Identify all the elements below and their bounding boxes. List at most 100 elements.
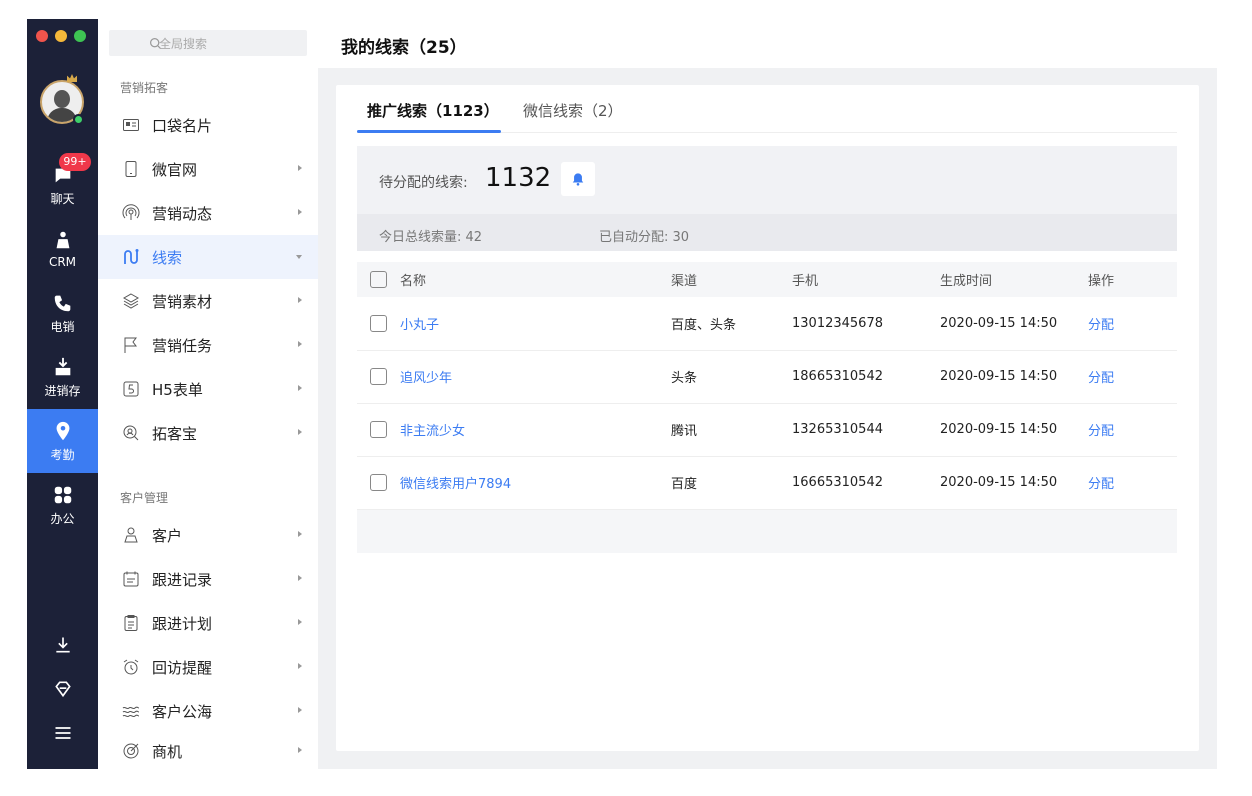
arrow-right-icon	[298, 165, 302, 171]
pending-count: 1132	[485, 163, 552, 193]
tab-wechat-clues[interactable]: 微信线索（2）	[523, 100, 623, 121]
column-header: 操作	[1088, 262, 1177, 297]
app-window: 聊天 99+ CRM 电销 进销存 考勤 办公 全局搜索 营销拓客 口袋名片 微…	[27, 19, 1217, 769]
table-row: 小丸子 百度、头条 13012345678 2020-09-15 14:50 分…	[357, 297, 1177, 351]
clue-name-link[interactable]: 微信线索用户7894	[400, 477, 511, 492]
table-footer-row	[357, 509, 1177, 553]
phone-cell: 18665310542	[792, 350, 940, 404]
menu-item-label: H5表单	[152, 380, 203, 399]
menu-item-micro-site[interactable]: 微官网	[98, 147, 318, 191]
close-window-button[interactable]	[36, 30, 48, 42]
menu-item-label: 商机	[152, 742, 183, 761]
arrow-right-icon	[298, 575, 302, 581]
menu-icon	[55, 727, 70, 739]
online-status-dot	[73, 114, 84, 125]
time-cell: 2020-09-15 14:50	[940, 456, 1088, 510]
menu-item-label: 客户公海	[152, 702, 213, 721]
active-tab-indicator	[357, 130, 501, 133]
table-row: 微信线索用户7894 百度 16665310542 2020-09-15 14:…	[357, 456, 1177, 510]
arrow-down-icon	[296, 255, 302, 259]
clue-name-link[interactable]: 小丸子	[400, 318, 439, 333]
menu-item-followup-record[interactable]: 跟进记录	[98, 557, 318, 601]
assign-button[interactable]: 分配	[1088, 371, 1114, 386]
card-icon	[123, 119, 139, 131]
row-checkbox[interactable]	[370, 368, 387, 385]
rail-item-label: 电销	[50, 319, 75, 334]
tab-bar: 推广线索（1123） 微信线索（2）	[357, 85, 1177, 133]
clue-card: 推广线索（1123） 微信线索（2） 待分配的线索: 1132 今日总线索量: …	[336, 85, 1199, 751]
row-checkbox[interactable]	[370, 314, 387, 332]
rail-item-office[interactable]: 办公	[27, 473, 98, 537]
select-all-checkbox[interactable]	[370, 271, 387, 288]
arrow-right-icon	[298, 663, 302, 669]
nav-rail: 聊天 99+ CRM 电销 进销存 考勤 办公	[27, 19, 98, 769]
main-content: 我的线索（25） 推广线索（1123） 微信线索（2） 待分配的线索: 1132…	[318, 19, 1217, 769]
record-icon	[123, 571, 139, 587]
arrow-right-icon	[298, 531, 302, 537]
window-controls	[36, 30, 86, 42]
reminder-button[interactable]	[561, 162, 595, 196]
download-button[interactable]	[27, 630, 98, 660]
search-person-icon	[123, 425, 139, 441]
arrow-right-icon	[298, 341, 302, 347]
menu-item-customer[interactable]: 客户	[98, 513, 318, 557]
channel-cell: 头条	[671, 350, 792, 404]
page-header: 我的线索（25）	[318, 19, 1217, 68]
minimize-window-button[interactable]	[55, 30, 67, 42]
rail-item-label: 聊天	[50, 191, 75, 206]
search-placeholder: 全局搜索	[159, 36, 208, 51]
row-checkbox[interactable]	[370, 421, 387, 438]
menu-item-followup-plan[interactable]: 跟进计划	[98, 601, 318, 645]
maximize-window-button[interactable]	[74, 30, 86, 42]
time-cell: 2020-09-15 14:50	[940, 350, 1088, 404]
menu-item-h5-form[interactable]: H5表单	[98, 367, 318, 411]
menu-item-marketing-feed[interactable]: 营销动态	[98, 191, 318, 235]
channel-cell: 百度、头条	[671, 297, 792, 351]
phone-cell: 16665310542	[792, 456, 940, 510]
row-checkbox[interactable]	[370, 474, 387, 491]
time-cell: 2020-09-15 14:50	[940, 297, 1088, 351]
menu-item-label: 营销素材	[152, 292, 213, 311]
rail-item-phone-sales[interactable]: 电销	[27, 281, 98, 345]
h5-icon	[123, 381, 139, 397]
today-total-stat: 今日总线索量: 42	[379, 230, 483, 245]
flag-icon	[124, 337, 137, 353]
menu-item-revisit-reminder[interactable]: 回访提醒	[98, 645, 318, 689]
menu-item-tuokebao[interactable]: 拓客宝	[98, 411, 318, 455]
main-menu-button[interactable]	[27, 718, 98, 748]
menu-item-opportunity[interactable]: 商机	[98, 733, 318, 769]
global-search-input[interactable]: 全局搜索	[109, 30, 307, 56]
menu-item-customer-pool[interactable]: 客户公海	[98, 689, 318, 733]
wave-icon	[122, 706, 140, 718]
menu-item-materials[interactable]: 营销素材	[98, 279, 318, 323]
phone-icon	[54, 295, 70, 311]
rail-item-inventory[interactable]: 进销存	[27, 345, 98, 409]
vip-button[interactable]	[27, 674, 98, 704]
mobile-icon	[125, 161, 137, 177]
channel-cell: 百度	[671, 456, 792, 510]
section-title-marketing: 营销拓客	[120, 81, 169, 95]
rail-item-attendance[interactable]: 考勤	[27, 409, 98, 473]
menu-item-clues[interactable]: 线索	[98, 235, 318, 279]
tab-promotion-clues[interactable]: 推广线索（1123）	[367, 100, 499, 121]
assign-button[interactable]: 分配	[1088, 424, 1114, 439]
menu-item-pocket-card[interactable]: 口袋名片	[98, 103, 318, 147]
apps-icon	[54, 486, 71, 503]
arrow-right-icon	[298, 385, 302, 391]
menu-item-label: 线索	[152, 248, 183, 267]
inventory-icon	[55, 357, 70, 375]
column-header: 手机	[792, 262, 940, 297]
clue-name-link[interactable]: 非主流少女	[400, 424, 465, 439]
target-icon	[123, 743, 139, 759]
menu-item-tasks[interactable]: 营销任务	[98, 323, 318, 367]
menu-item-label: 口袋名片	[152, 116, 213, 135]
table-row: 追风少年 头条 18665310542 2020-09-15 14:50 分配	[357, 350, 1177, 404]
menu-item-label: 回访提醒	[152, 658, 213, 677]
menu-item-label: 跟进计划	[152, 614, 213, 633]
arrow-right-icon	[298, 297, 302, 303]
rail-item-crm[interactable]: CRM	[27, 217, 98, 281]
assign-button[interactable]: 分配	[1088, 318, 1114, 333]
clue-name-link[interactable]: 追风少年	[400, 371, 452, 386]
table-header-row: 名称 渠道 手机 生成时间 操作	[357, 262, 1177, 297]
assign-button[interactable]: 分配	[1088, 477, 1114, 492]
